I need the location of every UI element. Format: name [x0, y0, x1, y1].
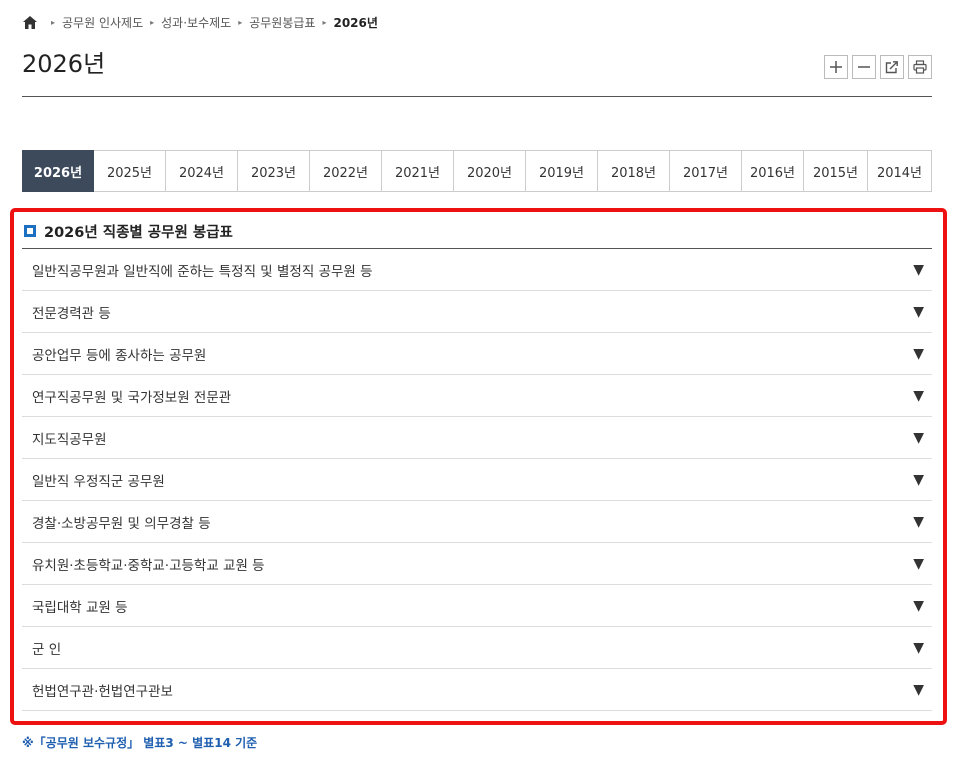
plus-icon: [830, 61, 842, 73]
accordion-item[interactable]: 연구직공무원 및 국가정보원 전문관 ▼: [22, 375, 932, 417]
expand-arrow-icon: ▼: [913, 513, 924, 530]
print-button[interactable]: [908, 55, 932, 79]
tab-2024[interactable]: 2024년: [166, 150, 238, 192]
accordion-item-label: 헌법연구관·헌법연구관보: [32, 683, 173, 700]
breadcrumb-item[interactable]: 성과·보수제도: [161, 14, 231, 31]
breadcrumb-item[interactable]: 공무원봉급표: [249, 14, 315, 31]
tab-2025[interactable]: 2025년: [94, 150, 166, 192]
accordion-item-label: 공안업무 등에 종사하는 공무원: [32, 347, 207, 364]
expand-arrow-icon: ▼: [913, 429, 924, 446]
year-tabs: 2026년 2025년 2024년 2023년 2022년 2021년 2020…: [22, 150, 932, 192]
tab-2014[interactable]: 2014년: [868, 150, 932, 192]
breadcrumb-separator-icon: ▸: [150, 17, 155, 27]
accordion-list: 일반직공무원과 일반직에 준하는 특정직 및 별정직 공무원 등 ▼ 전문경력관 …: [22, 249, 932, 711]
expand-arrow-icon: ▼: [913, 261, 924, 278]
expand-arrow-icon: ▼: [913, 303, 924, 320]
page-title: 2026년: [22, 50, 106, 78]
accordion-item-label: 연구직공무원 및 국가정보원 전문관: [32, 389, 232, 406]
accordion-item-label: 일반직공무원과 일반직에 준하는 특정직 및 별정직 공무원 등: [32, 263, 373, 280]
expand-arrow-icon: ▼: [913, 639, 924, 656]
home-icon[interactable]: [22, 14, 38, 30]
minus-icon: [858, 66, 870, 68]
expand-arrow-icon: ▼: [913, 555, 924, 572]
tab-2019[interactable]: 2019년: [526, 150, 598, 192]
breadcrumb-separator-icon: ▸: [51, 17, 56, 27]
breadcrumb: ▸ 공무원 인사제도 ▸ 성과·보수제도 ▸ 공무원봉급표 ▸ 2026년: [22, 12, 378, 32]
tab-2023[interactable]: 2023년: [238, 150, 310, 192]
accordion-item[interactable]: 헌법연구관·헌법연구관보 ▼: [22, 669, 932, 711]
breadcrumb-separator-icon: ▸: [238, 17, 243, 27]
accordion-item-label: 유치원·초등학교·중학교·고등학교 교원 등: [32, 557, 265, 574]
accordion-item[interactable]: 유치원·초등학교·중학교·고등학교 교원 등 ▼: [22, 543, 932, 585]
expand-arrow-icon: ▼: [913, 681, 924, 698]
tab-2016[interactable]: 2016년: [742, 150, 804, 192]
accordion-item[interactable]: 지도직공무원 ▼: [22, 417, 932, 459]
accordion-item[interactable]: 군 인 ▼: [22, 627, 932, 669]
accordion-item-label: 국립대학 교원 등: [32, 599, 128, 616]
accordion-item[interactable]: 일반직 우정직군 공무원 ▼: [22, 459, 932, 501]
expand-arrow-icon: ▼: [913, 471, 924, 488]
expand-arrow-icon: ▼: [913, 597, 924, 614]
print-icon: [913, 60, 927, 74]
accordion-item-label: 지도직공무원: [32, 431, 107, 448]
accordion-item[interactable]: 전문경력관 등 ▼: [22, 291, 932, 333]
tab-2020[interactable]: 2020년: [454, 150, 526, 192]
breadcrumb-item[interactable]: 공무원 인사제도: [62, 14, 143, 31]
tab-2021[interactable]: 2021년: [382, 150, 454, 192]
square-bullet-icon: [24, 225, 36, 237]
accordion-item-label: 전문경력관 등: [32, 305, 111, 322]
tab-2015[interactable]: 2015년: [804, 150, 868, 192]
footnote: ※「공무원 보수규정」 별표3 ~ 별표14 기준: [22, 736, 258, 750]
share-button[interactable]: [880, 55, 904, 79]
accordion-item-label: 경찰·소방공무원 및 의무경찰 등: [32, 515, 211, 532]
section-header: 2026년 직종별 공무원 봉급표: [22, 214, 932, 249]
section-title: 2026년 직종별 공무원 봉급표: [44, 224, 233, 241]
tab-2017[interactable]: 2017년: [670, 150, 742, 192]
share-icon: [885, 61, 898, 74]
accordion-item[interactable]: 공안업무 등에 종사하는 공무원 ▼: [22, 333, 932, 375]
page-tools: [824, 55, 932, 79]
accordion-item-label: 일반직 우정직군 공무원: [32, 473, 165, 490]
accordion-item[interactable]: 국립대학 교원 등 ▼: [22, 585, 932, 627]
tab-2022[interactable]: 2022년: [310, 150, 382, 192]
expand-arrow-icon: ▼: [913, 345, 924, 362]
breadcrumb-separator-icon: ▸: [322, 17, 327, 27]
accordion-item[interactable]: 일반직공무원과 일반직에 준하는 특정직 및 별정직 공무원 등 ▼: [22, 249, 932, 291]
tab-2018[interactable]: 2018년: [598, 150, 670, 192]
accordion-item-label: 군 인: [32, 641, 62, 658]
breadcrumb-current: 2026년: [333, 15, 378, 30]
tab-2026[interactable]: 2026년: [22, 150, 94, 192]
zoom-in-button[interactable]: [824, 55, 848, 79]
expand-arrow-icon: ▼: [913, 387, 924, 404]
title-divider: [22, 96, 932, 97]
zoom-out-button[interactable]: [852, 55, 876, 79]
accordion-item[interactable]: 경찰·소방공무원 및 의무경찰 등 ▼: [22, 501, 932, 543]
